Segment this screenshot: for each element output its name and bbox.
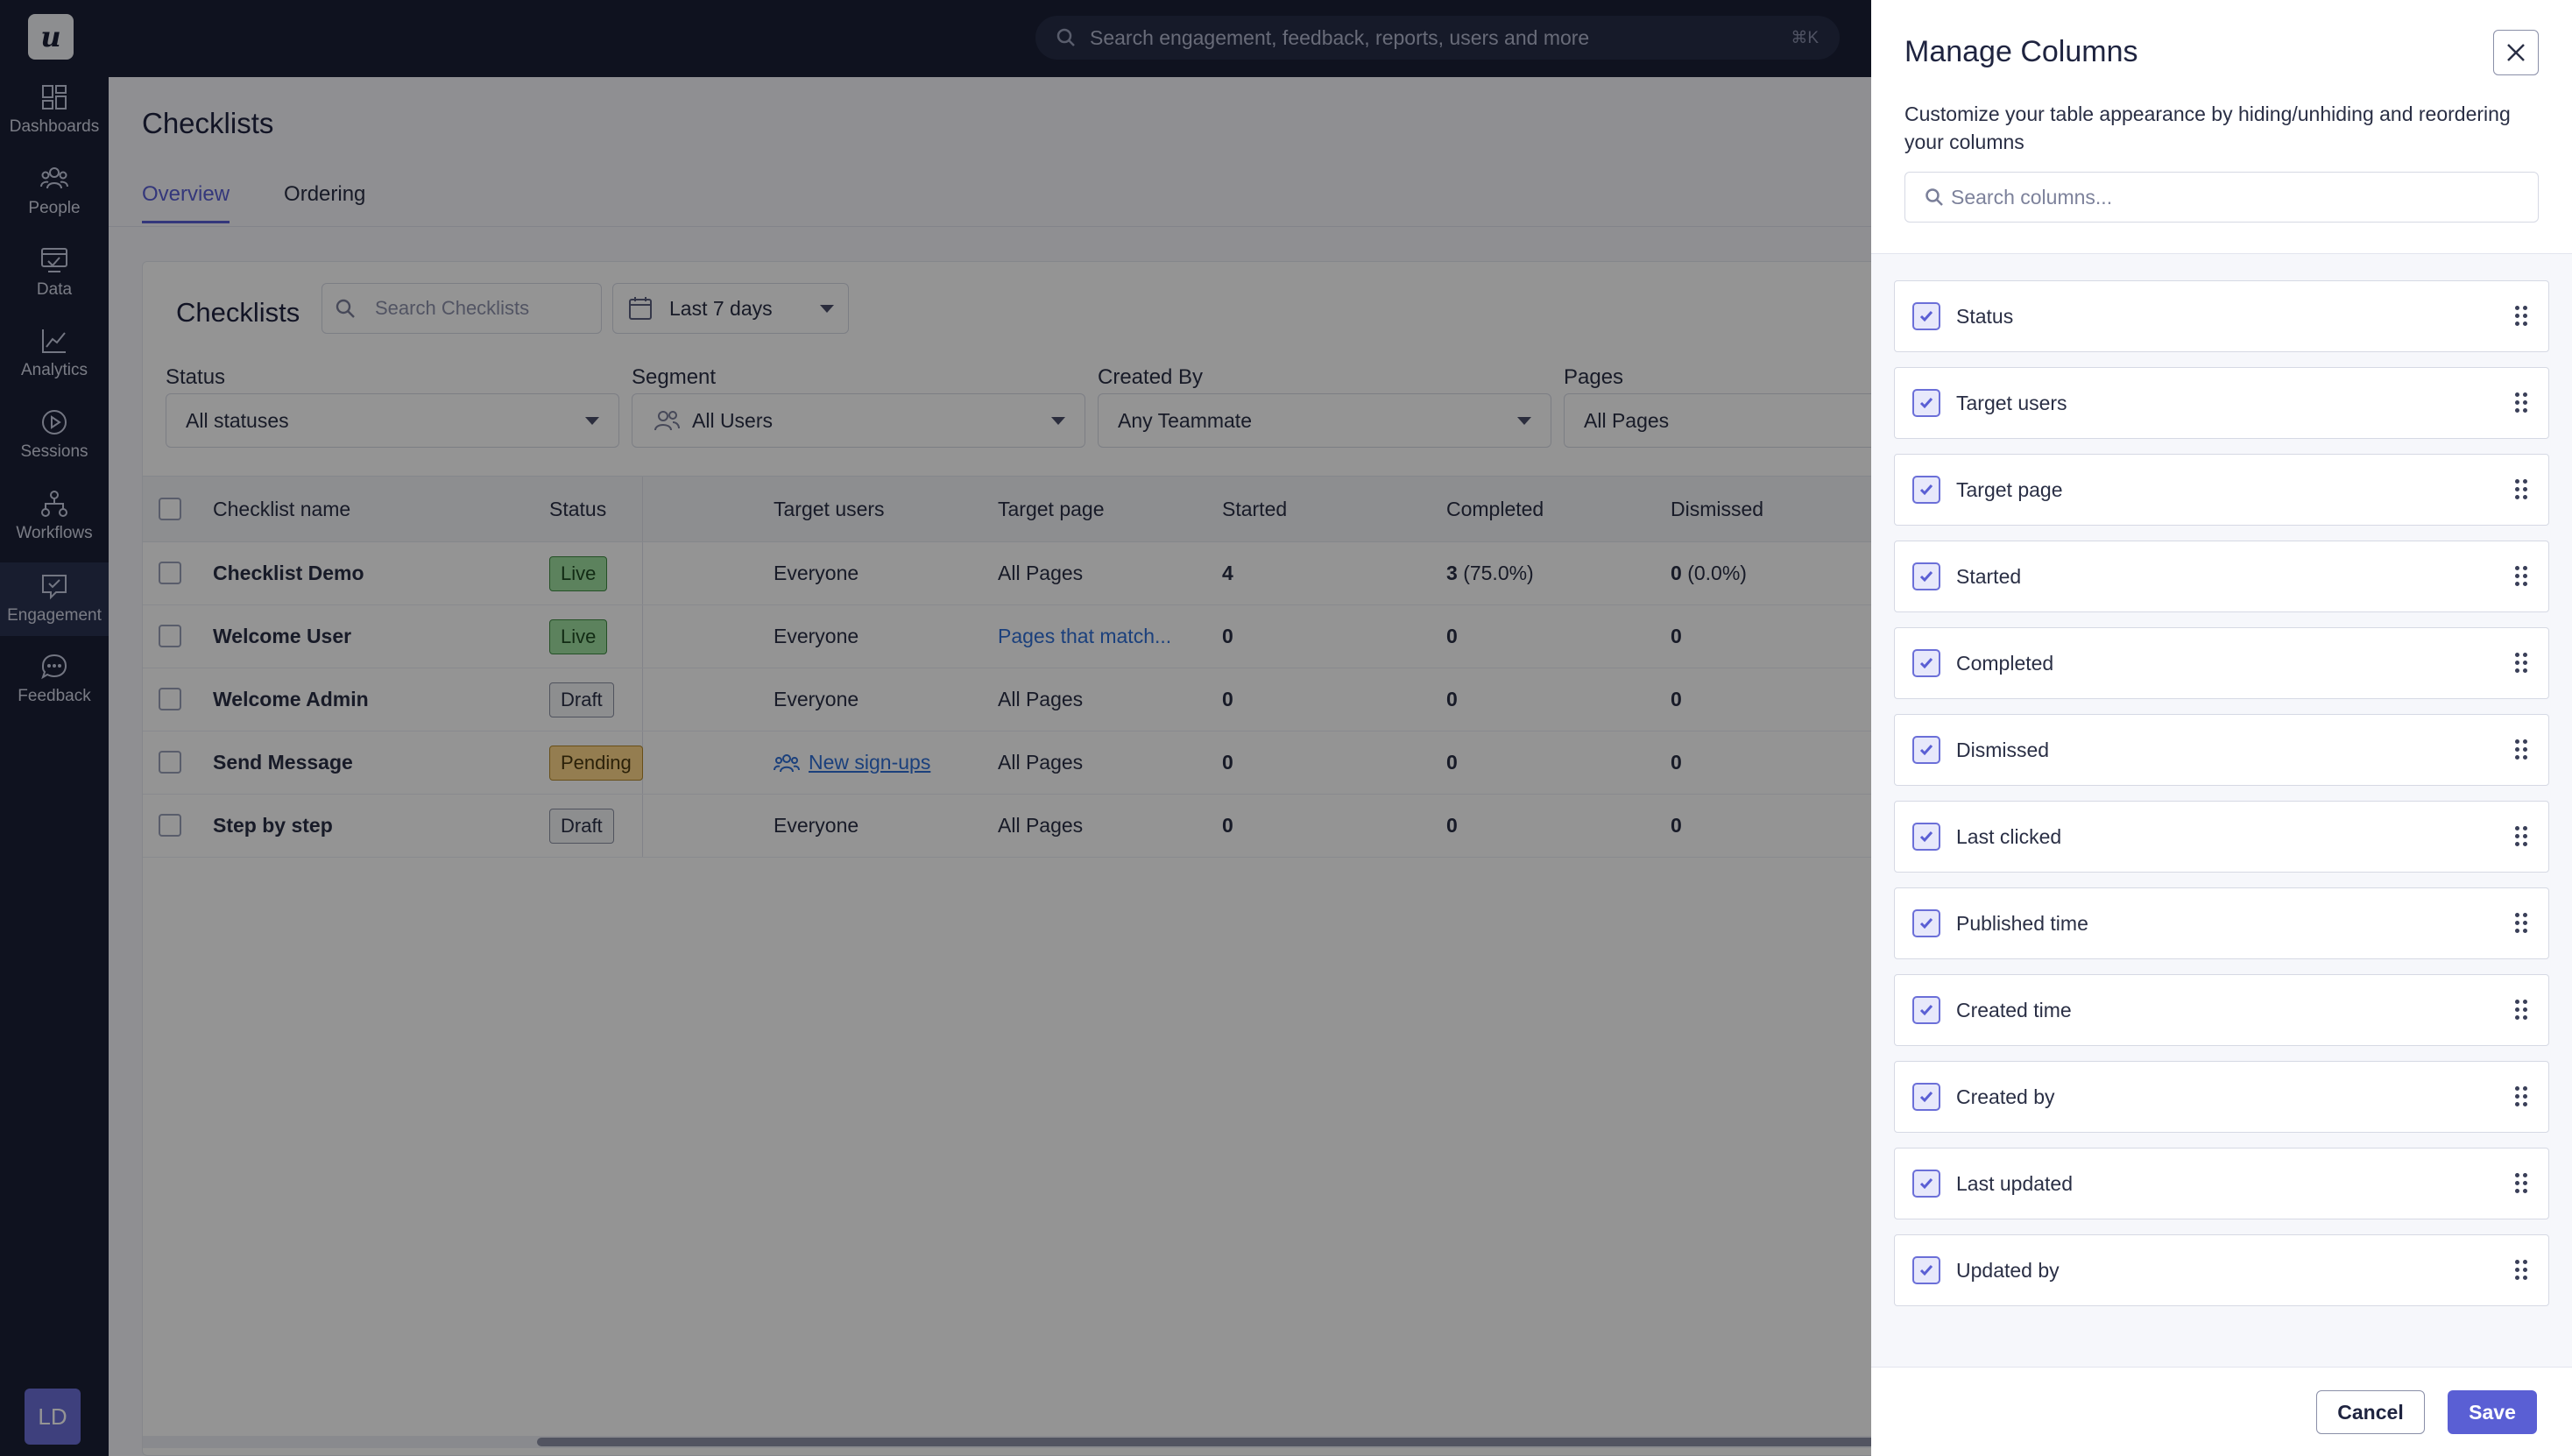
column-search-placeholder: Search columns... (1951, 185, 2113, 209)
column-checkbox[interactable] (1912, 562, 1940, 590)
column-checkbox[interactable] (1912, 476, 1940, 504)
column-checkbox[interactable] (1912, 996, 1940, 1024)
checkmark-icon (1919, 484, 1933, 496)
column-item[interactable]: Created time (1894, 974, 2549, 1046)
column-checkbox[interactable] (1912, 649, 1940, 677)
column-label: Dismissed (1956, 738, 2050, 761)
column-item[interactable]: Target users (1894, 367, 2549, 439)
drag-handle-icon[interactable] (2515, 1260, 2527, 1281)
checkmark-icon (1919, 831, 1933, 843)
modal-overlay[interactable] (0, 0, 1871, 1456)
column-label: Completed (1956, 651, 2054, 675)
close-button[interactable] (2493, 30, 2539, 75)
drag-handle-icon[interactable] (2515, 1000, 2527, 1021)
column-item[interactable]: Published time (1894, 887, 2549, 959)
drawer-header: Manage Columns Customize your table appe… (1871, 0, 2572, 254)
column-label: Started (1956, 564, 2022, 588)
column-checkbox[interactable] (1912, 1083, 1940, 1111)
column-checkbox[interactable] (1912, 1170, 1940, 1198)
checkmark-icon (1919, 1005, 1933, 1016)
checkmark-icon (1919, 1092, 1933, 1103)
checkmark-icon (1919, 1265, 1933, 1276)
checkmark-icon (1919, 571, 1933, 583)
column-checkbox[interactable] (1912, 389, 1940, 417)
drawer-title: Manage Columns (1904, 35, 2138, 68)
column-checkbox[interactable] (1912, 823, 1940, 851)
checkmark-icon (1919, 398, 1933, 409)
drawer-footer: Cancel Save (1871, 1367, 2572, 1456)
column-label: Status (1956, 304, 2014, 328)
column-label: Target users (1956, 391, 2067, 414)
drag-handle-icon[interactable] (2515, 479, 2527, 500)
manage-columns-drawer: Manage Columns Customize your table appe… (1871, 0, 2572, 1456)
column-item[interactable]: Updated by (1894, 1234, 2549, 1306)
drag-handle-icon[interactable] (2515, 1086, 2527, 1107)
column-checkbox[interactable] (1912, 1256, 1940, 1284)
column-checkbox[interactable] (1912, 909, 1940, 937)
checkmark-icon (1919, 745, 1933, 756)
column-label: Last updated (1956, 1171, 2074, 1195)
column-item[interactable]: Dismissed (1894, 714, 2549, 786)
column-label: Created time (1956, 998, 2072, 1021)
checkmark-icon (1919, 1178, 1933, 1190)
drag-handle-icon[interactable] (2515, 913, 2527, 934)
column-item[interactable]: Target page (1894, 454, 2549, 526)
column-label: Published time (1956, 911, 2088, 935)
column-item[interactable]: Last clicked (1894, 801, 2549, 873)
drag-handle-icon[interactable] (2515, 392, 2527, 413)
column-label: Target page (1956, 477, 2063, 501)
drag-handle-icon[interactable] (2515, 566, 2527, 587)
checkmark-icon (1919, 918, 1933, 929)
column-checkbox[interactable] (1912, 736, 1940, 764)
checkmark-icon (1919, 658, 1933, 669)
column-item[interactable]: Completed (1894, 627, 2549, 699)
drag-handle-icon[interactable] (2515, 739, 2527, 760)
drag-handle-icon[interactable] (2515, 653, 2527, 674)
column-search-input[interactable]: Search columns... (1904, 172, 2539, 223)
cancel-button[interactable]: Cancel (2316, 1390, 2425, 1434)
column-label: Updated by (1956, 1258, 2060, 1282)
drawer-description: Customize your table appearance by hidin… (1904, 102, 2511, 153)
column-label: Created by (1956, 1085, 2055, 1108)
column-item[interactable]: Last updated (1894, 1148, 2549, 1219)
column-checkbox[interactable] (1912, 302, 1940, 330)
column-label: Last clicked (1956, 824, 2062, 848)
column-item[interactable]: Status (1894, 280, 2549, 352)
drag-handle-icon[interactable] (2515, 306, 2527, 327)
save-button[interactable]: Save (2448, 1390, 2537, 1434)
drag-handle-icon[interactable] (2515, 826, 2527, 847)
close-icon (2507, 44, 2525, 61)
column-list: Status Target users Target page Started Comp… (1894, 280, 2549, 1321)
search-icon (1925, 188, 1943, 206)
drag-handle-icon[interactable] (2515, 1173, 2527, 1194)
column-item[interactable]: Created by (1894, 1061, 2549, 1133)
column-item[interactable]: Started (1894, 541, 2549, 612)
checkmark-icon (1919, 311, 1933, 322)
